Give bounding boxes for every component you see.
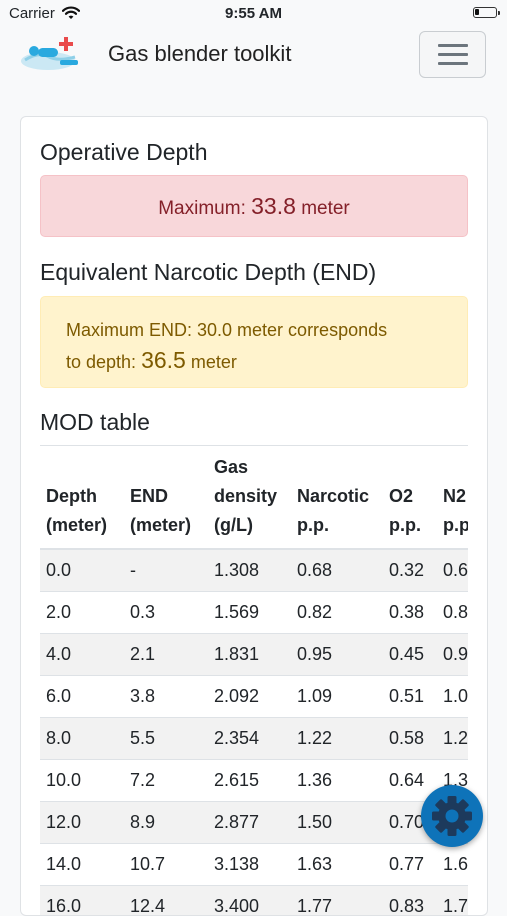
table-cell: 0.68 xyxy=(437,549,468,592)
navbar: Gas blender toolkit xyxy=(0,28,507,82)
col-header-o2-pp: O2p.p. xyxy=(383,447,437,549)
menu-toggle-button[interactable] xyxy=(419,31,486,78)
gas-blender-logo-icon[interactable] xyxy=(20,34,80,77)
table-cell: 8.0 xyxy=(40,718,124,760)
table-cell: 1.308 xyxy=(208,549,291,592)
section-divider xyxy=(40,445,468,446)
table-cell: 4.0 xyxy=(40,634,124,676)
settings-button[interactable] xyxy=(421,785,483,847)
table-row: 16.012.43.4001.770.831.77 xyxy=(40,886,468,916)
app-title: Gas blender toolkit xyxy=(108,41,291,67)
end-heading: Equivalent Narcotic Depth (END) xyxy=(40,259,376,286)
table-cell: 0.82 xyxy=(437,592,468,634)
end-alert: Maximum END: 30.0 meter corresponds to d… xyxy=(40,296,468,388)
table-cell: 0.83 xyxy=(383,886,437,916)
table-cell: 12.0 xyxy=(40,802,124,844)
end-line-2: to depth: 36.5 meter xyxy=(66,345,443,377)
table-cell: 1.36 xyxy=(291,760,383,802)
table-cell: 0.0 xyxy=(40,549,124,592)
max-label: Maximum: xyxy=(158,198,246,219)
table-cell: 2.615 xyxy=(208,760,291,802)
table-cell: 0.32 xyxy=(383,549,437,592)
table-cell: 2.092 xyxy=(208,676,291,718)
table-cell: 2.354 xyxy=(208,718,291,760)
table-cell: 0.45 xyxy=(383,634,437,676)
gear-icon xyxy=(421,834,483,851)
table-cell: 1.22 xyxy=(437,718,468,760)
table-cell: 0.95 xyxy=(437,634,468,676)
clock: 9:55 AM xyxy=(0,5,507,22)
col-header-end: END(meter) xyxy=(124,447,208,549)
table-cell: 3.8 xyxy=(124,676,208,718)
end-line-1: Maximum END: 30.0 meter corresponds xyxy=(66,315,443,345)
status-bar: Carrier 9:55 AM xyxy=(0,0,507,28)
table-cell: 1.63 xyxy=(291,844,383,886)
table-cell: 8.9 xyxy=(124,802,208,844)
table-row: 12.08.92.8771.500.701.50 xyxy=(40,802,468,844)
table-cell: 3.400 xyxy=(208,886,291,916)
table-cell: 2.1 xyxy=(124,634,208,676)
table-row: 0.0-1.3080.680.320.68 xyxy=(40,549,468,592)
mod-table-header-row: Depth(meter) END(meter) Gasdensity(g/L) … xyxy=(40,447,468,549)
col-header-narcotic-pp: Narcoticp.p. xyxy=(291,447,383,549)
table-cell: 16.0 xyxy=(40,886,124,916)
mod-table: Depth(meter) END(meter) Gasdensity(g/L) … xyxy=(40,447,468,916)
table-cell: 1.569 xyxy=(208,592,291,634)
table-cell: 5.5 xyxy=(124,718,208,760)
table-cell: 1.50 xyxy=(291,802,383,844)
col-header-depth: Depth(meter) xyxy=(40,447,124,549)
table-cell: 0.3 xyxy=(124,592,208,634)
table-cell: 0.58 xyxy=(383,718,437,760)
table-cell: - xyxy=(124,549,208,592)
col-header-n2-pp: N2p.p. xyxy=(437,447,468,549)
col-header-gas-density: Gasdensity(g/L) xyxy=(208,447,291,549)
table-cell: 7.2 xyxy=(124,760,208,802)
table-row: 6.03.82.0921.090.511.09 xyxy=(40,676,468,718)
table-cell: 1.22 xyxy=(291,718,383,760)
table-cell: 14.0 xyxy=(40,844,124,886)
table-cell: 10.0 xyxy=(40,760,124,802)
table-row: 4.02.11.8310.950.450.95 xyxy=(40,634,468,676)
table-cell: 0.82 xyxy=(291,592,383,634)
table-cell: 3.138 xyxy=(208,844,291,886)
end-depth-prefix: to depth: xyxy=(66,352,136,372)
max-depth-value: 33.8 xyxy=(251,193,296,219)
end-depth-value: 36.5 xyxy=(141,347,186,373)
table-cell: 12.4 xyxy=(124,886,208,916)
table-cell: 1.09 xyxy=(291,676,383,718)
table-cell: 2.877 xyxy=(208,802,291,844)
mod-table-scroll[interactable]: Depth(meter) END(meter) Gasdensity(g/L) … xyxy=(40,447,468,916)
table-cell: 0.95 xyxy=(291,634,383,676)
table-cell: 6.0 xyxy=(40,676,124,718)
table-cell: 0.68 xyxy=(291,549,383,592)
table-row: 2.00.31.5690.820.380.82 xyxy=(40,592,468,634)
table-cell: 0.51 xyxy=(383,676,437,718)
table-row: 14.010.73.1381.630.771.63 xyxy=(40,844,468,886)
table-cell: 10.7 xyxy=(124,844,208,886)
table-cell: 0.38 xyxy=(383,592,437,634)
table-cell: 1.831 xyxy=(208,634,291,676)
max-operative-depth-alert: Maximum: 33.8 meter xyxy=(40,175,468,237)
table-cell: 2.0 xyxy=(40,592,124,634)
results-card: Operative Depth Maximum: 33.8 meter Equi… xyxy=(20,116,488,916)
operative-depth-heading: Operative Depth xyxy=(40,139,207,166)
table-cell: 1.09 xyxy=(437,676,468,718)
table-cell: 1.77 xyxy=(291,886,383,916)
table-cell: 1.77 xyxy=(437,886,468,916)
battery-icon xyxy=(473,7,497,18)
max-depth-unit: meter xyxy=(301,198,350,219)
table-row: 8.05.52.3541.220.581.22 xyxy=(40,718,468,760)
mod-table-heading: MOD table xyxy=(40,409,150,436)
end-depth-unit: meter xyxy=(191,352,237,372)
table-row: 10.07.22.6151.360.641.36 xyxy=(40,760,468,802)
